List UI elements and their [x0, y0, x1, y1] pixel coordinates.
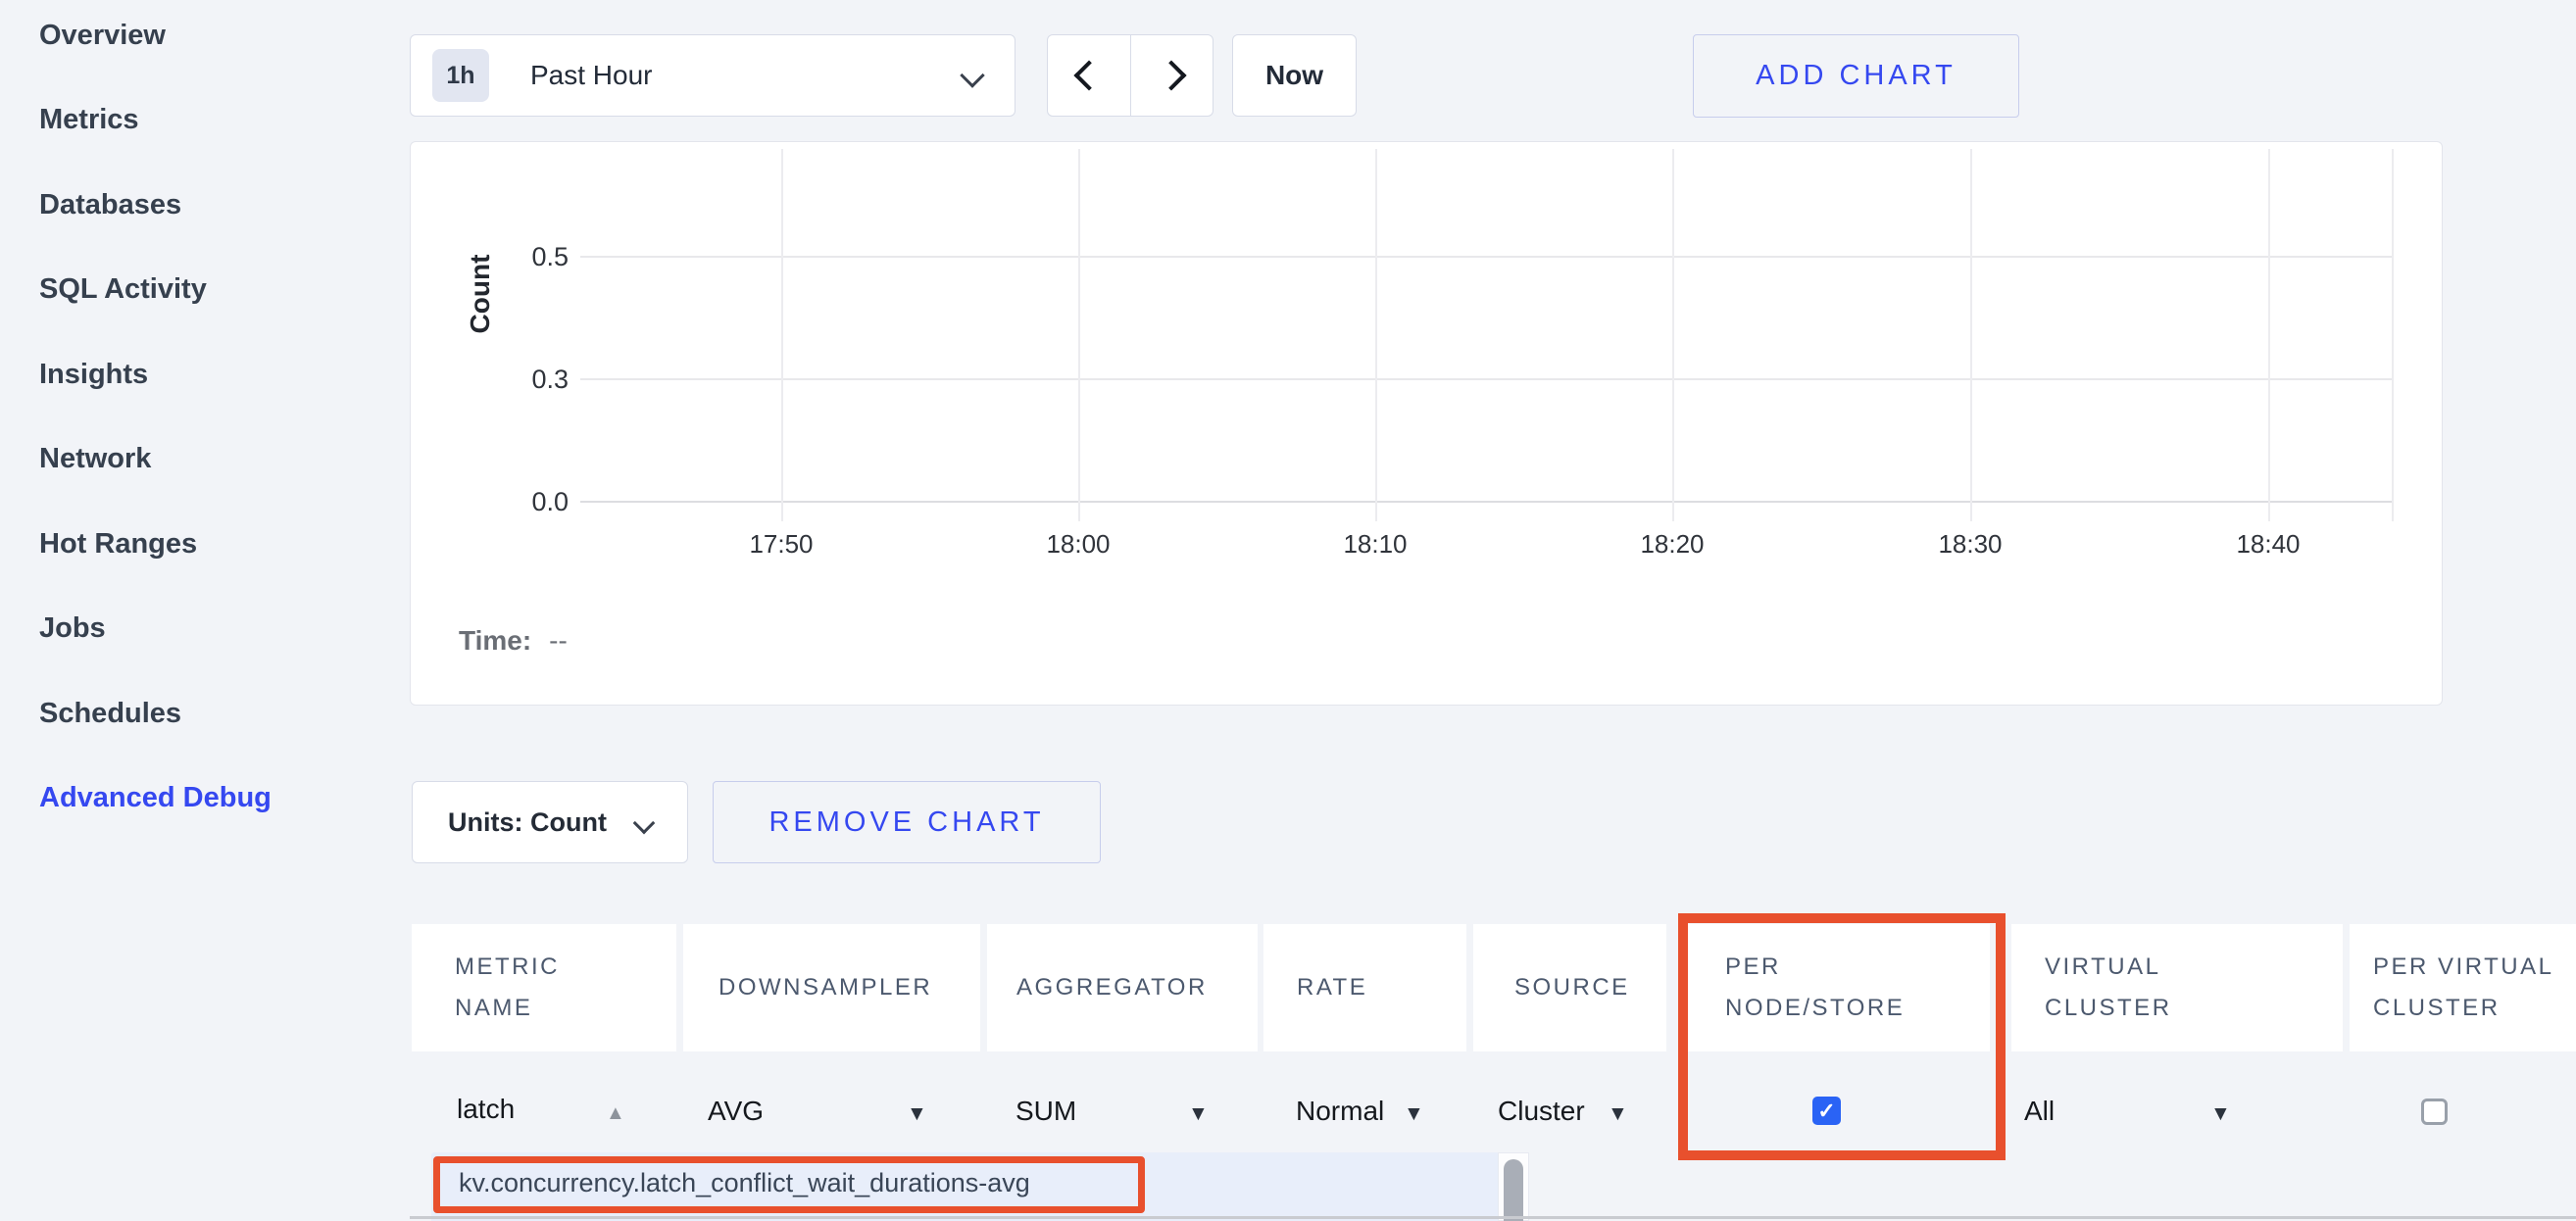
chart-panel: [410, 141, 2443, 706]
caret-down-icon[interactable]: ▼: [2210, 1103, 2231, 1124]
sidebar-item-sql-activity[interactable]: SQL Activity: [39, 268, 207, 311]
units-select[interactable]: Units: Count: [412, 781, 688, 863]
sidebar-item-metrics[interactable]: Metrics: [39, 98, 139, 141]
time-window-badge: 1h: [432, 49, 489, 102]
metric-name-input[interactable]: [457, 1086, 604, 1133]
x-tick-label: 18:40: [2200, 529, 2337, 560]
dropdown-scrollbar-thumb[interactable]: [1504, 1159, 1523, 1221]
chevron-left-icon: [1073, 60, 1104, 90]
remove-chart-button[interactable]: REMOVE CHART: [713, 781, 1101, 863]
time-window-label: Past Hour: [530, 60, 653, 91]
units-select-label: Units: Count: [448, 807, 607, 838]
chevron-down-icon: [960, 63, 984, 87]
gridline-vertical: [781, 149, 783, 521]
rate-select-value[interactable]: Normal: [1296, 1094, 1384, 1129]
time-shift-back-button[interactable]: [1048, 35, 1131, 116]
column-header-rate: RATE: [1263, 924, 1466, 1051]
chevron-down-icon: [633, 812, 656, 835]
sidebar-item-advanced-debug[interactable]: Advanced Debug: [39, 776, 272, 819]
caret-down-icon[interactable]: ▼: [1404, 1103, 1424, 1124]
y-tick-label: 0.5: [508, 240, 569, 273]
gridline-vertical: [1375, 149, 1377, 521]
gridline-vertical: [1078, 149, 1080, 521]
custom-chart-page: Overview Metrics Databases SQL Activity …: [0, 0, 2576, 1221]
aggregator-select-value[interactable]: SUM: [1016, 1094, 1076, 1129]
caret-down-icon[interactable]: ▼: [1188, 1103, 1209, 1124]
column-header-virtual-cluster: VIRTUAL CLUSTER: [2011, 924, 2343, 1051]
x-tick-label: 17:50: [713, 529, 850, 560]
x-tick-label: 18:10: [1307, 529, 1444, 560]
gridline-vertical: [2392, 149, 2394, 521]
hover-time-readout: Time: --: [459, 625, 568, 657]
add-chart-button[interactable]: ADD CHART: [1693, 34, 2019, 118]
column-header-source: SOURCE: [1473, 924, 1666, 1051]
y-tick-label: 0.0: [508, 485, 569, 518]
sidebar-item-databases[interactable]: Databases: [39, 183, 181, 226]
time-value: --: [549, 625, 568, 656]
column-header-per-node-store: PER NODE/STORE: [1688, 924, 1990, 1051]
gridline-vertical: [1970, 149, 1972, 521]
downsampler-select-value[interactable]: AVG: [708, 1094, 764, 1129]
x-tick-label: 18:00: [1010, 529, 1147, 560]
checkmark-icon: ✓: [1817, 1099, 1835, 1124]
time-range-select[interactable]: 1h Past Hour: [410, 34, 1016, 117]
column-header-aggregator: AGGREGATOR: [987, 924, 1258, 1051]
now-button[interactable]: Now: [1232, 34, 1357, 117]
time-shift-forward-button[interactable]: [1131, 35, 1214, 116]
caret-down-icon[interactable]: ▼: [907, 1103, 927, 1124]
source-select-value[interactable]: Cluster: [1498, 1094, 1585, 1129]
x-tick-label: 18:20: [1604, 529, 1741, 560]
gridline-vertical: [2268, 149, 2270, 521]
time-label: Time:: [459, 625, 531, 656]
sidebar-item-schedules[interactable]: Schedules: [39, 692, 181, 735]
column-header-metric-name: METRIC NAME: [412, 924, 676, 1051]
viewport-bottom-edge: [410, 1216, 2576, 1219]
sidebar-item-network[interactable]: Network: [39, 437, 151, 480]
gridline-horizontal-zero: [580, 501, 2392, 503]
per-virtual-cluster-checkbox[interactable]: [2421, 1099, 2448, 1125]
caret-down-icon[interactable]: ▼: [1608, 1103, 1628, 1124]
sidebar-item-hot-ranges[interactable]: Hot Ranges: [39, 522, 197, 565]
per-node-store-checkbox[interactable]: ✓: [1812, 1097, 1841, 1125]
column-header-per-virtual-cluster: PER VIRTUAL CLUSTER: [2350, 924, 2576, 1051]
caret-up-icon[interactable]: ▲: [606, 1103, 625, 1124]
gridline-vertical: [1672, 149, 1674, 521]
autocomplete-item[interactable]: kv.concurrency.latch_conflict_wait_durat…: [459, 1168, 1030, 1198]
gridline-horizontal: [580, 378, 2392, 380]
y-tick-label: 0.3: [508, 363, 569, 396]
time-shift-button-group: [1047, 34, 1214, 117]
column-header-downsampler: DOWNSAMPLER: [683, 924, 980, 1051]
sidebar-item-overview[interactable]: Overview: [39, 14, 166, 57]
x-tick-label: 18:30: [1902, 529, 2039, 560]
chevron-right-icon: [1157, 60, 1187, 90]
virtual-cluster-select-value[interactable]: All: [2024, 1094, 2055, 1129]
sidebar-item-insights[interactable]: Insights: [39, 353, 148, 396]
gridline-horizontal: [580, 256, 2392, 258]
sidebar-item-jobs[interactable]: Jobs: [39, 607, 106, 650]
